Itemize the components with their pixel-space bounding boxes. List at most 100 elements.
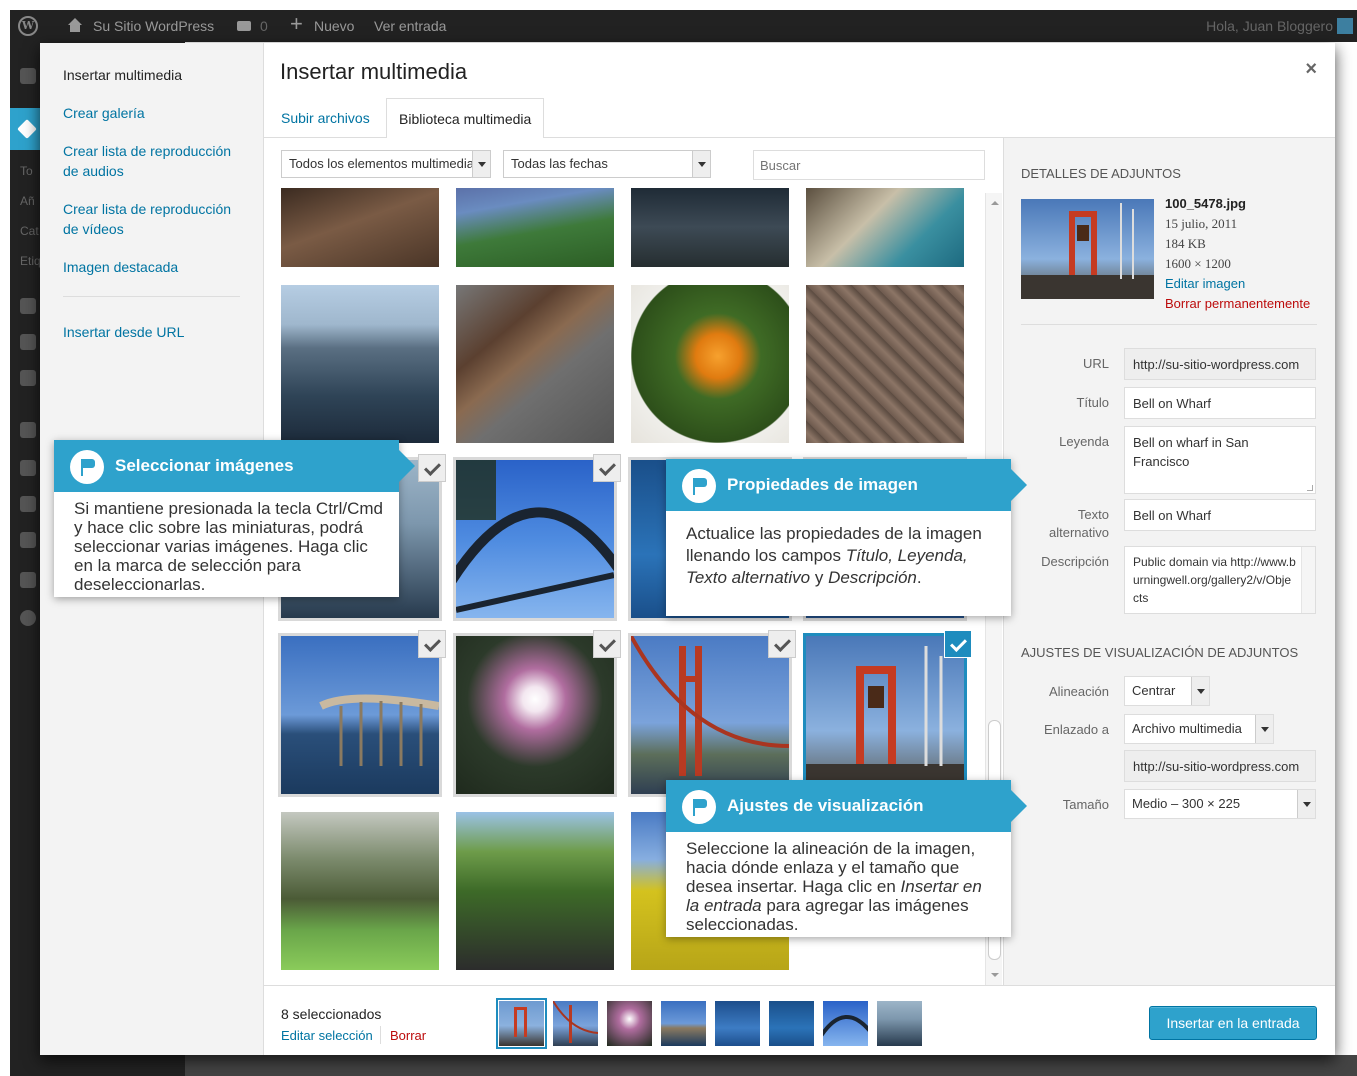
users-icon[interactable] (20, 496, 36, 512)
dashboard-icon[interactable] (20, 68, 36, 84)
check-icon[interactable] (593, 630, 621, 658)
bridge-tower-icon (631, 636, 789, 776)
callout-pointer (1011, 469, 1027, 501)
menu-audio-playlist[interactable]: Crear lista de reproducción de audios (63, 141, 233, 181)
callout-pointer (1011, 790, 1027, 822)
thumbnail-dark-sea[interactable] (631, 188, 789, 267)
media-type-filter[interactable]: Todos los elementos multimedia (281, 150, 491, 178)
tab-upload-files[interactable]: Subir archivos (269, 98, 382, 138)
chevron-down-icon (1297, 790, 1315, 818)
chevron-up-icon[interactable] (991, 201, 999, 205)
alt-text-field[interactable]: Bell on Wharf (1124, 499, 1316, 531)
settings-icon[interactable] (20, 572, 36, 588)
title-field[interactable]: Bell on Wharf (1124, 387, 1316, 419)
thumbnail-water[interactable] (281, 285, 439, 443)
link-to-value: Archivo multimedia (1132, 721, 1242, 736)
description-scrollbar[interactable] (1301, 547, 1315, 613)
description-field[interactable]: Public domain via http://www.burningwell… (1124, 546, 1316, 614)
selected-thumbnail[interactable] (661, 1001, 706, 1046)
selected-thumbnail[interactable] (496, 998, 547, 1049)
attachment-sidebar: Detalles de adjuntos 100_5478.jpg 15 jul… (1003, 138, 1335, 985)
url-field[interactable]: http://su-sitio-wordpress.com (1124, 348, 1316, 380)
posts-menu-active[interactable] (10, 108, 42, 150)
menu-video-playlist[interactable]: Crear lista de reproducción de vídeos (63, 199, 233, 239)
clear-selection-link[interactable]: Borrar (390, 1028, 426, 1043)
admin-menu-partial-label: Añ (20, 194, 35, 208)
menu-separator (63, 296, 240, 297)
callout-body-text: . (916, 568, 922, 587)
account-greeting[interactable]: Hola, Juan Bloggero (1206, 18, 1333, 34)
thumbnail-lily[interactable] (631, 285, 789, 443)
thumbnail-bell-on-wharf[interactable] (803, 633, 967, 797)
link-to-select[interactable]: Archivo multimedia (1124, 714, 1274, 744)
callout-display-settings: Ajustes de visualización Seleccione la a… (666, 780, 1027, 937)
thumbnail-beach[interactable] (806, 188, 964, 267)
attachment-filesize: 184 KB (1165, 236, 1206, 251)
callout-header: Seleccionar imágenes (54, 440, 399, 492)
menu-create-gallery[interactable]: Crear galería (63, 103, 243, 123)
bridge-arch-icon (456, 460, 614, 613)
edit-image-link[interactable]: Editar imagen (1165, 274, 1310, 294)
thumbnail-harbour-bridge[interactable] (453, 457, 617, 621)
menu-featured-image[interactable]: Imagen destacada (63, 257, 243, 277)
plus-icon[interactable]: + (290, 13, 303, 35)
appearance-icon[interactable] (20, 422, 36, 438)
resize-handle-icon[interactable] (1307, 485, 1313, 491)
menu-insert-media[interactable]: Insertar multimedia (63, 65, 243, 85)
date-filter[interactable]: Todas las fechas (503, 150, 711, 178)
home-icon[interactable] (67, 18, 83, 32)
check-icon[interactable] (768, 630, 796, 658)
delete-permanently-link[interactable]: Borrar permanentemente (1165, 294, 1310, 314)
comments-icon[interactable] (237, 21, 251, 31)
selected-thumbnail[interactable] (769, 1001, 814, 1046)
selected-thumbnail[interactable] (823, 1001, 868, 1046)
comments-count[interactable]: 0 (260, 18, 268, 34)
check-icon[interactable] (418, 454, 446, 482)
selected-thumbnail[interactable] (553, 1001, 598, 1046)
close-icon[interactable]: × (1305, 59, 1317, 79)
size-select[interactable]: Medio – 300 × 225 (1124, 789, 1316, 819)
thumbnail-golden-gate[interactable] (628, 633, 792, 797)
selected-thumbnail[interactable] (715, 1001, 760, 1046)
menu-insert-from-url[interactable]: Insertar desde URL (63, 322, 243, 342)
chevron-down-icon[interactable] (991, 973, 999, 977)
link-url-field[interactable]: http://su-sitio-wordpress.com (1124, 750, 1316, 782)
edit-selection-link[interactable]: Editar selección (281, 1028, 373, 1043)
search-input[interactable] (753, 150, 985, 180)
modal-title: Insertar multimedia (280, 59, 468, 84)
tools-icon[interactable] (20, 532, 36, 548)
comments-menu-icon[interactable] (20, 370, 36, 386)
alt-text-label-1: Texto (1077, 507, 1109, 522)
pages-icon[interactable] (20, 334, 36, 350)
plugins-icon[interactable] (20, 460, 36, 476)
selected-thumbnail[interactable] (607, 1001, 652, 1046)
view-post-link[interactable]: Ver entrada (374, 18, 446, 34)
insert-into-post-button[interactable]: Insertar en la entrada (1149, 1006, 1317, 1040)
collapse-icon[interactable] (20, 610, 36, 626)
thumbnail-rocks[interactable] (281, 188, 439, 267)
thumbnail-crops[interactable] (456, 812, 614, 970)
admin-footer (185, 1055, 1357, 1076)
check-icon[interactable] (944, 630, 972, 658)
callout-body-text: y (810, 568, 829, 587)
check-icon[interactable] (593, 454, 621, 482)
alignment-select[interactable]: Centrar (1124, 676, 1210, 706)
date-filter-value: Todas las fechas (511, 156, 608, 171)
avatar[interactable] (1337, 18, 1353, 34)
thumbnail-wheels[interactable] (806, 285, 964, 443)
thumbnail-forest[interactable] (281, 812, 439, 970)
caption-field[interactable]: Bell on wharf in San Francisco (1124, 426, 1316, 494)
thumbnail-coast[interactable] (456, 188, 614, 267)
tab-media-library[interactable]: Biblioteca multimedia (386, 98, 545, 139)
check-icon[interactable] (418, 630, 446, 658)
selected-thumbnail[interactable] (877, 1001, 922, 1046)
thumbnail-pier[interactable] (278, 633, 442, 797)
thumbnail-sun-trees[interactable] (453, 633, 617, 797)
wordpress-logo-icon[interactable]: W (18, 16, 38, 36)
admin-menu-partial-label: To (20, 164, 33, 178)
thumbnail-rails[interactable] (456, 285, 614, 443)
callout-image-properties: Propiedades de imagen Actualice las prop… (666, 459, 1027, 616)
media-icon[interactable] (20, 298, 36, 314)
new-content-link[interactable]: Nuevo (314, 18, 354, 34)
site-name-link[interactable]: Su Sitio WordPress (93, 18, 214, 34)
